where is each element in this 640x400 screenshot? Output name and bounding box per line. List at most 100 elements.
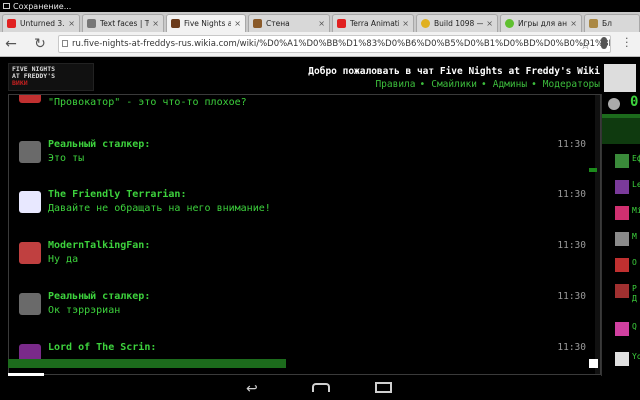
rules-link[interactable]: Правила <box>375 79 415 90</box>
avatar <box>615 322 629 336</box>
status-text: Сохранение... <box>13 1 72 11</box>
back-nav-icon[interactable]: ↩ <box>246 381 258 397</box>
message-author[interactable]: Lord of The Scrin: <box>48 342 156 353</box>
avatar[interactable] <box>19 141 41 163</box>
avatar <box>615 154 629 168</box>
chat-message-list[interactable]: "Провокатор" - это что-то плохое? Реальн… <box>8 94 601 375</box>
chat-message: "Провокатор" - это что-то плохое? <box>9 95 594 111</box>
tab-title: Бл <box>602 19 612 28</box>
message-text: Это ты <box>48 153 85 164</box>
close-icon[interactable]: × <box>152 19 159 28</box>
recent-apps-icon[interactable] <box>375 382 392 393</box>
user-item[interactable]: Le <box>615 180 640 200</box>
message-time: 11:30 <box>557 240 586 251</box>
tab-text-faces[interactable]: Text faces | Twi × <box>82 14 164 32</box>
tab-games-android[interactable]: Игры для андр × <box>500 14 582 32</box>
message-author[interactable]: ModernTalkingFan: <box>48 240 150 251</box>
url-input[interactable]: ru.five-nights-at-freddys-rus.wikia.com/… <box>58 35 611 53</box>
chat-header: FIVE NIGHTS AT FREDDY'S ВИКИ Добро пожал… <box>0 58 640 94</box>
emoticons-link[interactable]: Смайлики <box>431 79 477 90</box>
refresh-icon[interactable]: ↻ <box>32 36 48 52</box>
message-time: 11:30 <box>557 342 586 353</box>
user-item[interactable]: O <box>615 258 640 278</box>
moderators-link[interactable]: Модераторы <box>543 79 600 90</box>
user-item[interactable]: Mi <box>615 206 640 226</box>
user-name: Еф <box>632 154 640 163</box>
user-name: Р <box>632 284 637 293</box>
close-icon[interactable]: × <box>486 19 493 28</box>
message-time: 11:30 <box>557 189 586 200</box>
tab-title: Five Nights at <box>184 19 232 28</box>
close-icon[interactable]: × <box>570 19 577 28</box>
tab-title: Стена <box>266 19 290 28</box>
message-author[interactable]: Реальный сталкер: <box>48 291 150 302</box>
avatar <box>615 352 629 366</box>
message-text: "Провокатор" - это что-то плохое? <box>48 97 247 108</box>
avatar[interactable] <box>19 242 41 264</box>
avatar[interactable] <box>19 95 41 103</box>
message-time: 11:30 <box>557 139 586 150</box>
tab-unturned[interactable]: Unturned 3.0 - × <box>2 14 80 32</box>
tab-title: Terra Animation <box>350 19 399 28</box>
chat-scrollbar[interactable] <box>595 95 600 374</box>
user-item[interactable]: Q <box>615 322 640 342</box>
android-status-bar: Сохранение... <box>0 0 640 12</box>
youtube-icon <box>337 19 346 28</box>
admins-link[interactable]: Админы <box>493 79 527 90</box>
avatar <box>615 258 629 272</box>
tab-strip: Unturned 3.0 - × Text faces | Twi × Five… <box>0 12 640 32</box>
user-name: Q <box>632 322 637 331</box>
user-list-selected[interactable] <box>602 118 640 144</box>
page-icon <box>589 19 598 28</box>
my-avatar[interactable] <box>604 64 636 92</box>
tab-build-1098[interactable]: Build 1098 — 2 × <box>416 14 498 32</box>
message-input[interactable] <box>8 359 286 368</box>
wiki-logo[interactable]: FIVE NIGHTS AT FREDDY'S ВИКИ <box>8 63 94 91</box>
android-nav-bar: ↩ <box>0 376 640 400</box>
send-area[interactable] <box>589 359 598 368</box>
bookmark-star-icon[interactable]: ☆ <box>580 38 591 52</box>
user-item[interactable]: Р Д <box>615 284 640 304</box>
microphone-icon[interactable] <box>601 37 607 49</box>
user-item[interactable]: Yo <box>615 352 640 372</box>
separator: • <box>419 79 426 90</box>
close-icon[interactable]: × <box>234 19 241 28</box>
separator: • <box>531 79 537 90</box>
tab-title: Build 1098 — 2 <box>434 19 483 28</box>
users-icon <box>608 98 620 110</box>
chat-message: Реальный сталкер: Ок тэррэриан 11:30 <box>9 291 594 331</box>
wikia-icon <box>253 19 262 28</box>
close-icon[interactable]: × <box>402 19 409 28</box>
chat-message: The Friendly Terrarian: Давайте не обращ… <box>9 189 594 229</box>
home-nav-icon[interactable] <box>312 383 330 392</box>
avatar <box>615 232 629 246</box>
tab-five-nights[interactable]: Five Nights at × <box>166 14 246 32</box>
user-list: 0 Еф Le Mi M O Р Д Q Yo <box>601 94 640 376</box>
separator: • <box>481 79 487 90</box>
avatar[interactable] <box>19 293 41 315</box>
logo-line: ВИКИ <box>12 79 28 87</box>
user-item[interactable]: M <box>615 232 640 252</box>
tab-title: Text faces | Twi <box>100 19 149 28</box>
tab-terra-animation[interactable]: Terra Animation × <box>332 14 414 32</box>
page-info-icon <box>62 40 68 47</box>
overflow-menu-icon[interactable]: · · · <box>625 33 629 52</box>
close-icon[interactable]: × <box>318 19 325 28</box>
tab-bl[interactable]: Бл <box>584 14 640 32</box>
message-author[interactable]: The Friendly Terrarian: <box>48 189 186 200</box>
avatar <box>615 284 629 298</box>
wikia-icon <box>171 19 180 28</box>
chat-links: Правила • Смайлики • Админы • Модераторы <box>373 79 600 90</box>
tab-stena[interactable]: Стена × <box>248 14 330 32</box>
user-item[interactable]: Еф <box>615 154 640 174</box>
close-icon[interactable]: × <box>68 19 75 28</box>
tab-title: Игры для андр <box>518 19 567 28</box>
tab-title: Unturned 3.0 - <box>20 19 65 28</box>
avatar[interactable] <box>19 191 41 213</box>
chat-message: Реальный сталкер: Это ты 11:30 <box>9 139 594 179</box>
back-icon[interactable]: ← <box>3 36 19 52</box>
image-icon <box>3 3 10 9</box>
message-author[interactable]: Реальный сталкер: <box>48 139 150 150</box>
message-text: Ну да <box>48 254 79 265</box>
avatar <box>615 206 629 220</box>
